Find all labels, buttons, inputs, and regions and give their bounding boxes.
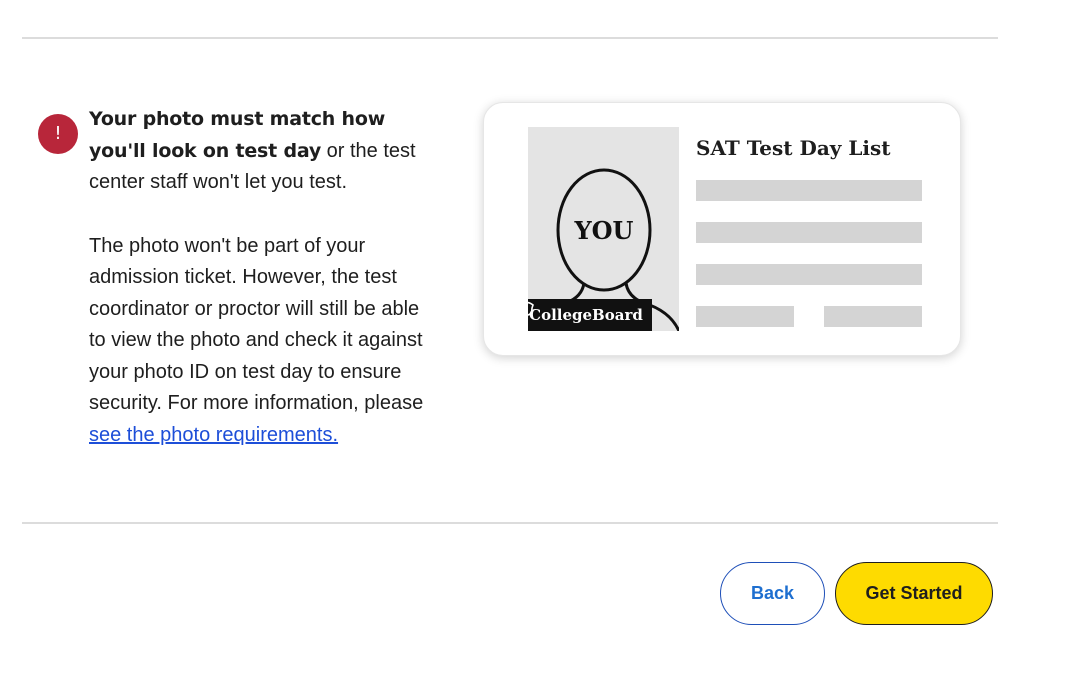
photo-notice: Your photo must match how you'll look on… [89,104,434,451]
placeholder-line-short [824,306,922,327]
placeholder-line [696,222,922,243]
acorn-icon [528,301,534,316]
collegeboard-badge: CollegeBoard [528,299,652,331]
get-started-button[interactable]: Get Started [835,562,993,625]
exclamation-icon: ! [38,114,78,154]
placeholder-line [696,180,922,201]
card-title: SAT Test Day List [696,136,891,160]
placeholder-line [696,264,922,285]
notice-info-text: The photo won't be part of your admissio… [89,234,424,415]
placeholder-line-short [696,306,794,327]
notice-info: The photo won't be part of your admissio… [89,231,434,452]
notice-warning: Your photo must match how you'll look on… [89,104,434,199]
photo-placeholder: YOU CollegeBoard [528,127,679,331]
photo-requirements-link[interactable]: see the photo requirements. [89,424,338,446]
photo-label: YOU [574,216,634,245]
top-divider [22,37,998,39]
back-button[interactable]: Back [720,562,825,625]
sample-id-card: YOU CollegeBoard SAT Test Day List [483,102,961,356]
collegeboard-badge-text: CollegeBoard [529,306,643,324]
bottom-divider [22,522,998,524]
